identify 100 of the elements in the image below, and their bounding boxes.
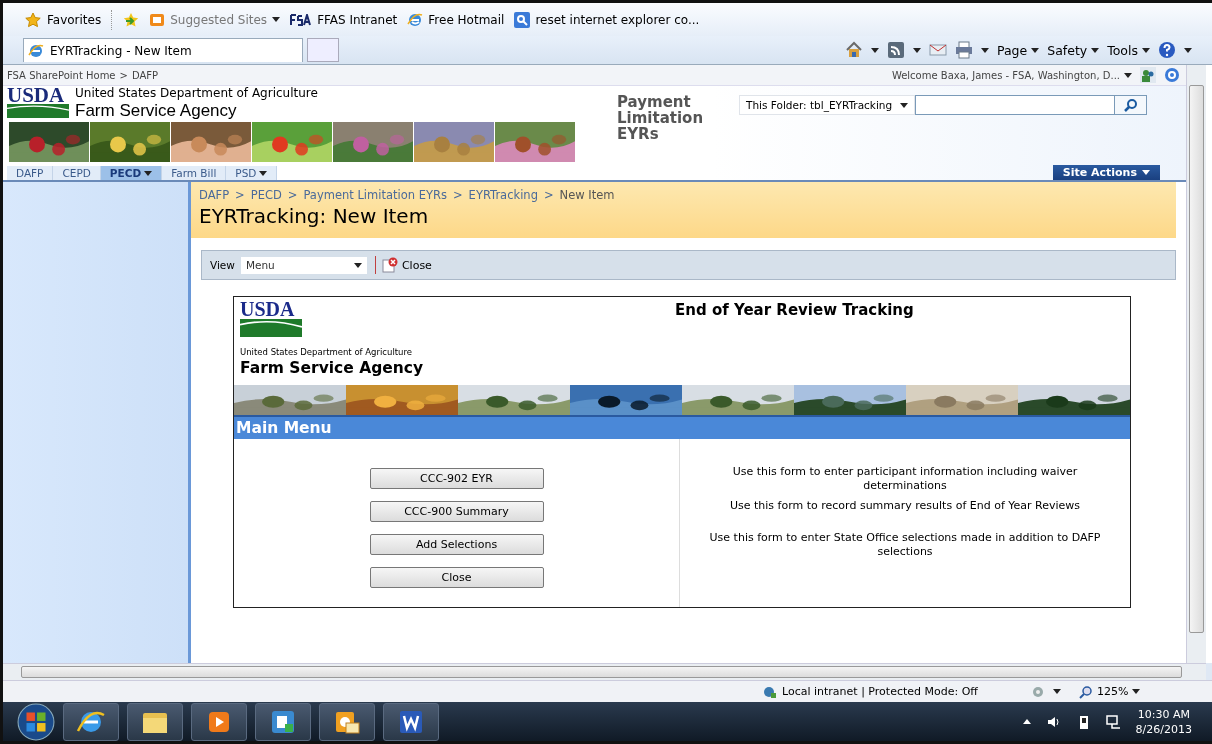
favorites-link[interactable]: FFAS Intranet	[290, 12, 398, 27]
command-menu[interactable]: Tools	[1107, 42, 1150, 58]
caret-icon	[1091, 47, 1100, 53]
clock-time[interactable]: 10:30 AM	[1137, 706, 1190, 722]
nav-tab[interactable]: DAFP	[7, 166, 54, 180]
department-name: United States Department of Agriculture	[240, 347, 414, 357]
page-icon	[149, 11, 166, 28]
command-menu[interactable]: Page	[996, 42, 1040, 58]
caret-icon	[1132, 689, 1141, 694]
caret-icon	[272, 17, 281, 22]
menu-button[interactable]: CCC-902 EYR	[369, 468, 544, 489]
site-title: Payment Limitation EYRs	[617, 94, 705, 145]
caret-icon	[1124, 72, 1132, 78]
usda-logo-text: USDA	[7, 86, 66, 104]
fsa-logo-icon	[290, 13, 313, 26]
usda-logo-icon	[7, 104, 69, 118]
caret-icon	[1184, 47, 1192, 53]
search-field[interactable]	[915, 95, 1116, 115]
close-icon	[381, 257, 398, 273]
section-header: Main Menu	[234, 415, 1130, 439]
breadcrumb-link[interactable]: DAFP	[131, 69, 159, 81]
zoom-icon	[1079, 684, 1093, 699]
page-title: EYRTracking: New Item	[199, 204, 430, 228]
form-description: Use this form to enter State Office selections made in addition to DAFP selections	[708, 531, 1102, 559]
caret-icon	[900, 102, 909, 108]
security-zone-status: Local intranet | Protected Mode: Off	[763, 684, 1023, 699]
taskbar-media-player-icon[interactable]	[191, 702, 247, 741]
breadcrumb-link[interactable]: Payment Limitation EYRs	[303, 188, 447, 202]
caret-icon	[1142, 47, 1150, 53]
usda-logo-icon	[240, 319, 302, 337]
caret-icon	[1031, 47, 1040, 53]
caret-icon	[144, 170, 153, 176]
breadcrumb-separator: >	[235, 188, 245, 202]
taskbar-browser-icon[interactable]	[63, 702, 119, 741]
globe-icon	[763, 684, 777, 699]
usda-logo-text: USDA	[240, 299, 296, 319]
breadcrumb-link[interactable]: FSA SharePoint Home	[7, 69, 116, 81]
favorites-button[interactable]: Favorites	[25, 11, 102, 28]
caret-icon	[912, 47, 921, 53]
menu-button[interactable]: Close	[369, 567, 544, 588]
taskbar-sync-icon[interactable]	[255, 702, 311, 741]
welcome-menu[interactable]: Welcome Baxa, James - FSA, Washington, D...	[891, 69, 1132, 81]
help-icon[interactable]	[1164, 67, 1180, 83]
browser-icon	[407, 11, 424, 28]
caret-icon	[353, 262, 362, 268]
nav-tab[interactable]: CEPD	[53, 166, 101, 180]
printer-icon[interactable]	[954, 41, 973, 59]
home-icon[interactable]	[844, 41, 863, 59]
caret-icon	[1053, 689, 1061, 694]
breadcrumb-link[interactable]: PECD	[250, 188, 282, 202]
mail-icon[interactable]	[928, 41, 947, 59]
view-dropdown[interactable]: Menu	[240, 256, 367, 274]
breadcrumb-link[interactable]: DAFP	[199, 188, 230, 202]
breadcrumb-separator: >	[543, 188, 554, 202]
search-icon	[514, 11, 531, 28]
feed-icon[interactable]	[886, 41, 905, 59]
breadcrumb-link[interactable]: EYRTracking	[468, 188, 538, 202]
breadcrumb-separator: >	[119, 69, 128, 81]
close-button[interactable]: Close	[381, 257, 432, 273]
breadcrumb-separator: >	[452, 188, 463, 202]
favorites-link[interactable]: Free Hotmail	[407, 11, 505, 28]
network-icon[interactable]	[1105, 713, 1122, 730]
browser-icon	[28, 42, 44, 59]
department-name: United States Department of Agriculture	[75, 86, 318, 100]
menu-button[interactable]: Add Selections	[369, 534, 544, 555]
search-scope-dropdown[interactable]: This Folder: tbl_EYRTracking	[739, 95, 916, 115]
caret-icon	[980, 47, 989, 53]
view-label: View	[210, 259, 235, 271]
zoom-menu[interactable]: 125%	[1079, 684, 1141, 699]
search-icon	[1123, 98, 1138, 112]
breadcrumb-separator: >	[287, 188, 298, 202]
star-icon	[25, 11, 41, 28]
vertical-scrollbar[interactable]	[1186, 65, 1206, 663]
people-icon[interactable]	[1140, 67, 1156, 83]
command-menu[interactable]: Safety	[1047, 42, 1100, 58]
form-description: Use this form to enter participant information including waiver determinations	[731, 465, 1079, 493]
add-favorite-icon[interactable]	[123, 11, 140, 28]
caret-icon	[259, 170, 268, 176]
agency-name: Farm Service Agency	[75, 100, 238, 122]
agency-name: Farm Service Agency	[240, 359, 425, 377]
search-button[interactable]	[1115, 95, 1148, 115]
caret-icon	[870, 47, 879, 53]
favorites-link[interactable]: Suggested Sites	[149, 11, 281, 28]
nav-tab[interactable]: Farm Bill	[162, 166, 227, 180]
form-description: Use this form to record summary results of End of Year Reviews	[729, 499, 1080, 513]
form-title: End of Year Review Tracking	[675, 301, 914, 321]
taskbar-word-icon[interactable]	[383, 702, 439, 741]
clock-date[interactable]: 8/26/2013	[1135, 721, 1192, 737]
favorites-link[interactable]: reset internet explorer co...	[514, 11, 700, 28]
horizontal-scrollbar[interactable]	[3, 663, 1206, 680]
menu-button[interactable]: CCC-900 Summary	[369, 501, 544, 522]
taskbar-mail-icon[interactable]	[319, 702, 375, 741]
nav-tab[interactable]: PECD	[100, 166, 163, 180]
browser-tab[interactable]: EYRTracking - New Item	[23, 38, 303, 62]
start-button[interactable]	[17, 702, 55, 741]
site-actions-menu[interactable]: Site Actions	[1052, 165, 1160, 180]
caret-icon	[1142, 170, 1150, 175]
help-icon[interactable]	[1158, 41, 1176, 59]
taskbar-folder-icon[interactable]	[127, 702, 183, 741]
nav-tab[interactable]: PSD	[226, 166, 278, 180]
